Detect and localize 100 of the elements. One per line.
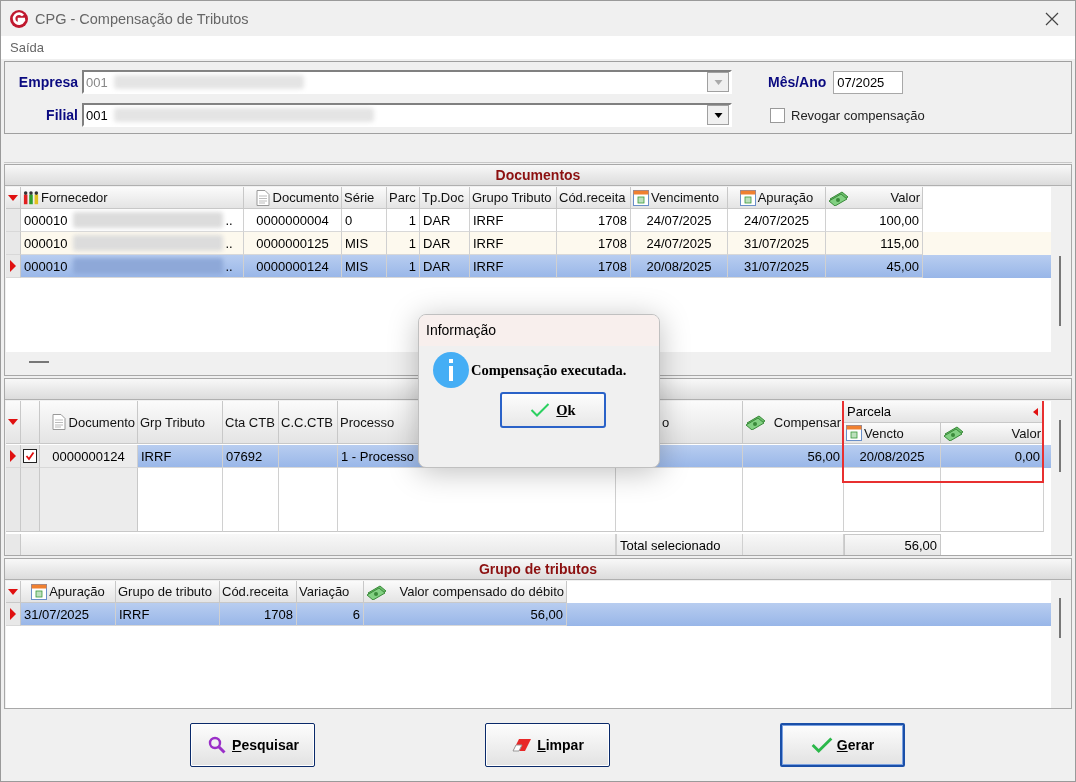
column-header[interactable]: Grupo Tributo bbox=[470, 187, 557, 209]
column-header[interactable]: Vencto bbox=[844, 423, 941, 444]
column-header[interactable]: Valor bbox=[826, 187, 923, 209]
table-cell: 0000000124 bbox=[40, 445, 138, 468]
supplier-code: 000010 bbox=[24, 235, 68, 251]
action-button[interactable]: Pesquisar bbox=[190, 723, 315, 767]
column-header[interactable]: Grp Tributo bbox=[138, 401, 223, 444]
dialog-title: Informação bbox=[419, 315, 659, 346]
checkbox-label[interactable]: Revogar compensação bbox=[791, 107, 925, 123]
table-cell: 31/07/2025 bbox=[21, 603, 116, 626]
ellipsis-text: .. bbox=[225, 212, 233, 228]
section-header: Grupo de tributos bbox=[5, 559, 1071, 580]
scrollbar-thumb[interactable] bbox=[1059, 420, 1061, 472]
table-cell: 6 bbox=[297, 603, 364, 626]
table-cell: DAR bbox=[420, 255, 470, 278]
document-icon bbox=[50, 414, 67, 430]
table-cell: 20/08/2025 bbox=[631, 255, 728, 278]
field-label: Filial bbox=[45, 107, 78, 123]
table-row[interactable]: 31/07/2025 IRRF 1708 6 56,00 bbox=[6, 603, 1051, 626]
total-label: Total selecionado bbox=[616, 534, 743, 555]
field-label: Empresa bbox=[17, 74, 78, 90]
checkbox[interactable] bbox=[770, 107, 785, 123]
table-cell: 31/07/2025 bbox=[728, 255, 826, 278]
people-icon bbox=[23, 189, 39, 206]
document-icon bbox=[254, 189, 271, 206]
dialog-message: Compensação executada. bbox=[471, 361, 627, 379]
column-header[interactable]: Cód.receita bbox=[557, 187, 631, 209]
close-icon[interactable] bbox=[1045, 11, 1059, 26]
table-row[interactable]: 000010 .. 0000000125 MIS 1 DAR IRRF 1708 24/07/2025 31/07/2025 115,00 bbox=[6, 232, 1051, 255]
column-header[interactable]: Apuração bbox=[21, 581, 116, 603]
column-header[interactable]: Variação bbox=[297, 581, 364, 603]
month-year-field[interactable]: 07/2025 bbox=[833, 70, 904, 94]
column-header[interactable]: Apuração bbox=[728, 187, 826, 209]
scrollbar-thumb[interactable] bbox=[1059, 256, 1061, 326]
sort-arrow-icon bbox=[8, 419, 18, 425]
app-logo-icon bbox=[9, 8, 29, 29]
branch-dropdown[interactable]: 001 bbox=[82, 103, 732, 127]
column-header[interactable]: Documento bbox=[244, 187, 342, 209]
table-row[interactable]: 000010 .. 0000000124 MIS 1 DAR IRRF 1708 20/08/2025 31/07/2025 45,00 bbox=[6, 255, 1051, 278]
scrollbar-thumb[interactable] bbox=[29, 361, 49, 363]
field-label: Mês/Ano bbox=[768, 74, 827, 90]
column-header[interactable] bbox=[6, 401, 21, 444]
sort-arrow-icon bbox=[8, 194, 18, 201]
empty-cell bbox=[279, 468, 338, 532]
column-header[interactable]: Documento bbox=[40, 401, 138, 444]
check-icon bbox=[530, 402, 551, 418]
column-header[interactable]: Parc bbox=[387, 187, 420, 209]
column-header[interactable]: Valor bbox=[941, 423, 1044, 444]
table-cell: 1708 bbox=[557, 255, 631, 278]
table-cell: 07692 bbox=[223, 445, 279, 468]
sort-arrow-icon bbox=[8, 588, 18, 595]
group-header: Parcela bbox=[847, 404, 892, 419]
checkbox[interactable] bbox=[23, 449, 37, 463]
info-icon bbox=[433, 352, 469, 388]
calendar-icon bbox=[31, 583, 48, 600]
table-cell: IRRF bbox=[138, 445, 223, 468]
column-header[interactable] bbox=[6, 581, 21, 603]
ellipsis-text: .. bbox=[225, 235, 233, 251]
money-icon bbox=[943, 425, 965, 441]
column-header[interactable]: Série bbox=[342, 187, 387, 209]
table-cell: IRRF bbox=[116, 603, 220, 626]
column-header[interactable]: C.C.CTB bbox=[279, 401, 338, 444]
row-indicator bbox=[6, 603, 21, 626]
money-icon bbox=[745, 414, 767, 430]
column-header[interactable]: Tp.Doc bbox=[420, 187, 470, 209]
empty-cell bbox=[223, 468, 279, 532]
check-icon bbox=[810, 736, 833, 754]
action-button[interactable]: Limpar bbox=[485, 723, 610, 767]
caret-icon bbox=[713, 79, 723, 85]
ok-button[interactable]: Ok bbox=[500, 392, 606, 428]
column-header[interactable]: Fornecedor bbox=[21, 187, 244, 209]
calendar-icon bbox=[633, 189, 649, 206]
calendar-icon bbox=[739, 189, 756, 206]
action-button[interactable]: Gerar bbox=[780, 723, 905, 767]
supplier-code: 000010 bbox=[24, 258, 68, 274]
caret-icon bbox=[713, 112, 723, 118]
row-indicator bbox=[6, 209, 21, 232]
window-title: CPG - Compensação de Tributos bbox=[35, 10, 250, 27]
column-header[interactable]: Grupo de tributo bbox=[116, 581, 220, 603]
collapse-arrow-icon[interactable] bbox=[1033, 407, 1038, 416]
table-cell: 1 bbox=[387, 255, 420, 278]
scrollbar-thumb[interactable] bbox=[1059, 598, 1061, 638]
row-header-cell bbox=[6, 534, 21, 555]
table-cell: 56,00 bbox=[743, 445, 844, 468]
row-indicator bbox=[6, 232, 21, 255]
table-cell: 0,00 bbox=[941, 445, 1044, 468]
row-header-cell bbox=[6, 468, 21, 532]
column-header[interactable]: Cta CTB bbox=[223, 401, 279, 444]
eraser-icon bbox=[511, 736, 534, 754]
column-header[interactable] bbox=[6, 187, 21, 209]
column-header[interactable]: Vencimento bbox=[631, 187, 728, 209]
row-indicator bbox=[6, 255, 21, 278]
table-cell: MIS bbox=[342, 255, 387, 278]
menu-item[interactable]: Saída bbox=[10, 40, 44, 55]
calendar-icon bbox=[846, 425, 862, 441]
column-header[interactable]: Valor compensado do débito bbox=[364, 581, 567, 603]
column-header[interactable]: Compensar bbox=[743, 401, 844, 444]
table-cell: IRRF bbox=[470, 255, 557, 278]
column-header[interactable]: Cód.receita bbox=[220, 581, 297, 603]
table-cell: 56,00 bbox=[364, 603, 567, 626]
